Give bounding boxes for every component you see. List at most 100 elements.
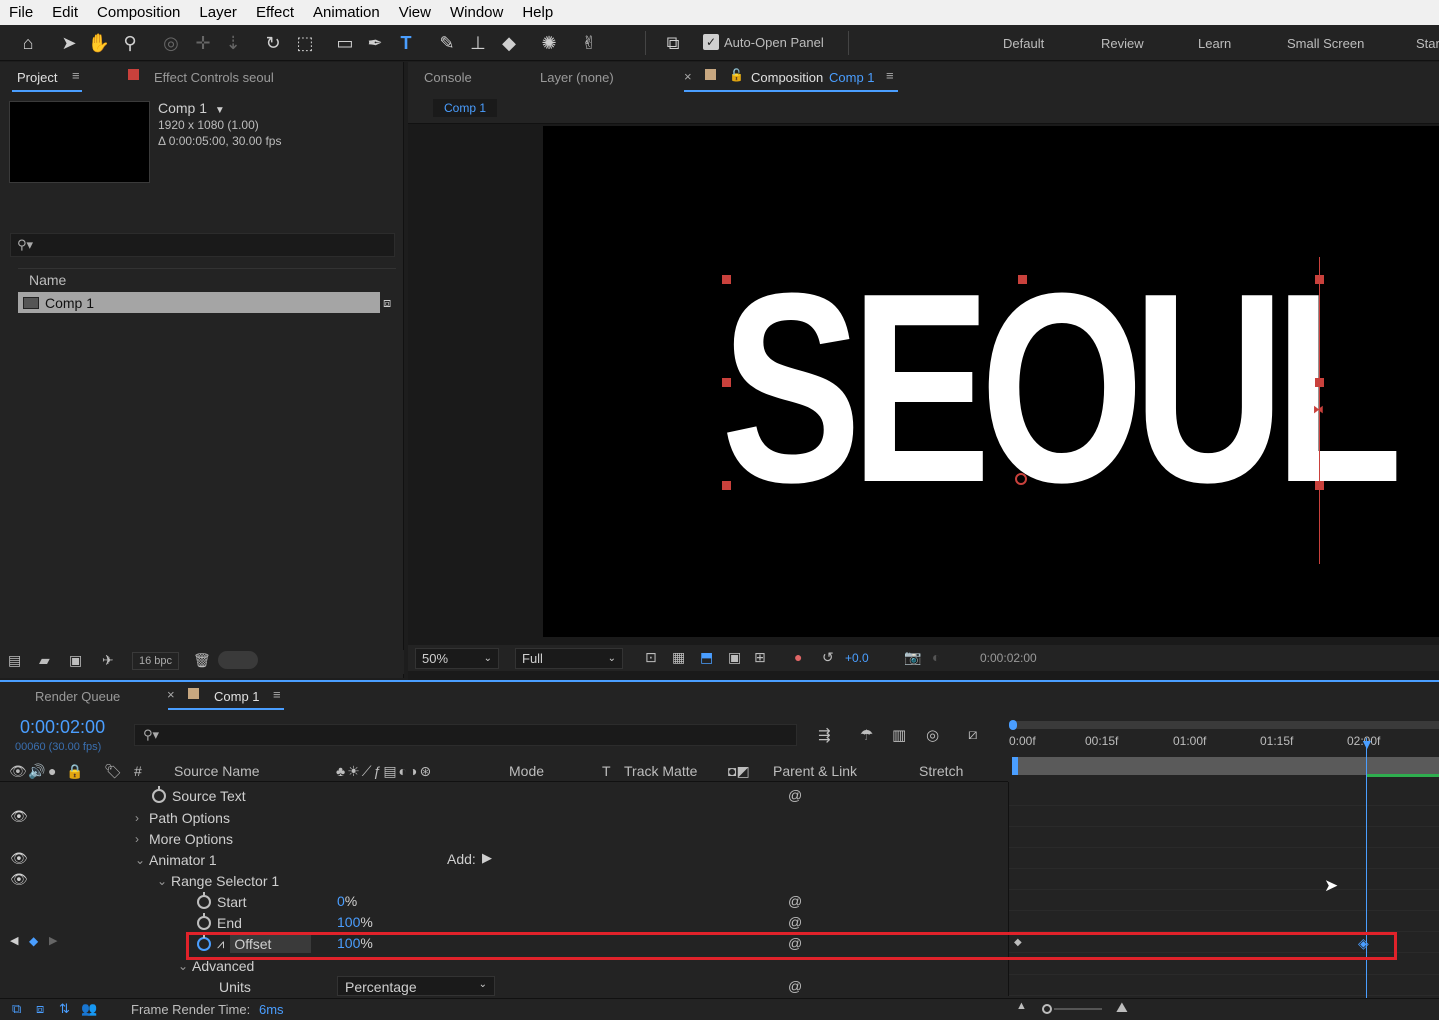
bit-depth-button[interactable]: 16 bpc <box>132 652 180 670</box>
tab-layer[interactable]: Layer (none) <box>540 70 614 85</box>
units-dropdown[interactable]: Percentage ⌄ <box>337 976 495 996</box>
show-snapshot-icon[interactable]: ◐ <box>932 649 940 665</box>
eye-icon[interactable]: 👁 <box>10 850 28 867</box>
property-range-selector[interactable]: 👁 ⌄ Range Selector 1 <box>0 870 1008 891</box>
viewer-subtab-comp[interactable]: Comp 1 <box>433 99 498 117</box>
transparency-grid-icon[interactable]: ▦ <box>672 649 685 666</box>
channel-icon[interactable]: ● <box>794 649 802 665</box>
bbox-handle[interactable] <box>1018 275 1027 284</box>
tab-comp[interactable]: Comp 1 <box>214 689 260 704</box>
snapping-icon[interactable]: ⧉ <box>660 30 686 56</box>
prev-keyframe-icon[interactable]: ◀ <box>10 934 18 947</box>
time-ruler[interactable]: 0:00f 00:15f 01:00f 01:15f 02:00f <box>1009 732 1439 754</box>
panel-menu-icon[interactable]: ≡ <box>886 68 894 83</box>
motion-blur-icon[interactable]: ◎ <box>926 726 939 744</box>
menu-layer[interactable]: Layer <box>190 4 247 21</box>
column-t[interactable]: T <box>602 763 611 779</box>
resolution-dropdown[interactable]: Full ⌄ <box>515 648 623 669</box>
layer-switches-icon[interactable]: ♣☀⟋ƒ▤◐◑⊛ <box>336 763 433 780</box>
column-track-matte[interactable]: Track Matte <box>624 763 697 779</box>
mask-visibility-icon[interactable]: ⬒ <box>700 649 713 666</box>
home-icon[interactable]: ⌂ <box>15 30 41 56</box>
tab-project[interactable]: Project <box>17 70 57 85</box>
rectangle-tool-icon[interactable]: ▭ <box>332 30 358 56</box>
column-source-name[interactable]: Source Name <box>174 763 260 779</box>
flowchart-icon[interactable]: ⧈ <box>383 295 391 311</box>
column-mode[interactable]: Mode <box>509 763 544 779</box>
column-name[interactable]: Name <box>29 272 66 288</box>
property-units[interactable]: Units Percentage ⌄ @ <box>0 976 1008 997</box>
render-icon[interactable]: ✈ <box>102 652 114 669</box>
stopwatch-icon[interactable] <box>197 891 211 909</box>
zoom-tool-icon[interactable]: ⚲ <box>117 30 143 56</box>
roto-brush-icon[interactable]: ✺ <box>536 30 562 56</box>
exposure-value[interactable]: +0.0 <box>845 651 869 665</box>
eye-icon[interactable]: 👁 <box>10 808 28 825</box>
zoom-dropdown[interactable]: 50% ⌄ <box>415 648 499 669</box>
menu-view[interactable]: View <box>390 4 441 21</box>
bbox-handle[interactable] <box>722 378 731 387</box>
zoom-out-icon[interactable]: ▲ <box>1016 1000 1027 1012</box>
menu-edit[interactable]: Edit <box>43 4 88 21</box>
panel-menu-icon[interactable]: ≡ <box>72 68 80 83</box>
menu-effect[interactable]: Effect <box>247 4 304 21</box>
frame-blending-icon[interactable]: ▥ <box>892 726 906 744</box>
menu-file[interactable]: File <box>0 4 43 21</box>
orbit-tool-icon[interactable]: ◎ <box>158 30 184 56</box>
new-folder-icon[interactable]: ▰ <box>39 652 50 669</box>
work-area-bar[interactable] <box>1009 718 1439 730</box>
comp-link[interactable]: Comp 1 <box>829 70 875 85</box>
column-stretch[interactable]: Stretch <box>919 763 963 779</box>
column-parent-link[interactable]: Parent & Link <box>773 763 857 779</box>
menu-help[interactable]: Help <box>513 4 563 21</box>
next-keyframe-icon[interactable]: ▶ <box>49 934 57 947</box>
property-end[interactable]: End 100% @ <box>0 912 1008 933</box>
start-value[interactable]: 0 <box>337 893 345 909</box>
property-more-options[interactable]: › More Options <box>0 828 1008 849</box>
viewer-timecode[interactable]: 0:00:02:00 <box>980 651 1037 665</box>
puppet-tool-icon[interactable]: ✌ <box>576 30 602 56</box>
pickwhip-icon[interactable]: @ <box>788 787 802 803</box>
chevron-down-icon[interactable]: ⌄ <box>157 874 171 888</box>
eye-icon[interactable]: 👁 <box>10 871 28 888</box>
chevron-down-icon[interactable]: ⌄ <box>178 959 192 973</box>
snapshot-icon[interactable]: 📷 <box>904 649 921 666</box>
anchor-point-icon[interactable] <box>1015 473 1027 485</box>
pan-tool-icon[interactable]: ✛ <box>190 30 216 56</box>
bbox-handle[interactable] <box>722 481 731 490</box>
comp-dropdown-icon[interactable]: ▼ <box>215 105 225 116</box>
label-icon[interactable]: 🏷 <box>104 763 122 780</box>
tab-composition[interactable]: Composition <box>751 70 823 85</box>
type-tool-icon[interactable]: T <box>393 30 419 56</box>
tab-render-queue[interactable]: Render Queue <box>35 689 120 704</box>
end-value[interactable]: 100 <box>337 914 360 930</box>
tab-console[interactable]: Console <box>424 70 472 85</box>
rotate-tool-icon[interactable]: ↻ <box>260 30 286 56</box>
pickwhip-icon[interactable]: @ <box>788 914 802 930</box>
in-out-toggle-icon[interactable]: ⇅ <box>59 1001 70 1017</box>
chevron-down-icon[interactable]: ⌄ <box>135 853 149 867</box>
thumbnail-slider[interactable] <box>218 651 258 669</box>
eraser-tool-icon[interactable]: ◆ <box>496 30 522 56</box>
audio-icon[interactable]: 🔊 <box>28 763 45 780</box>
layer-duration-bar[interactable] <box>1012 757 1439 777</box>
workspace-standard[interactable]: Star <box>1416 36 1439 51</box>
workspace-default[interactable]: Default <box>1003 36 1044 51</box>
panel-menu-icon[interactable]: ≡ <box>273 687 281 702</box>
auto-open-panel-checkbox[interactable]: ✓ Auto-Open Panel <box>703 34 824 50</box>
region-of-interest-icon[interactable]: ▣ <box>728 649 741 666</box>
transfer-controls-toggle-icon[interactable]: ⧈ <box>36 1001 44 1017</box>
grid-guides-icon[interactable]: ⊞ <box>754 649 766 666</box>
timeline-search-input[interactable]: ⚲▾ <box>134 724 797 746</box>
lock-icon[interactable]: 🔓 <box>729 68 744 82</box>
selection-tool-icon[interactable]: ➤ <box>56 30 82 56</box>
solo-icon[interactable]: ● <box>48 763 56 779</box>
pickwhip-icon[interactable]: @ <box>788 978 802 994</box>
bbox-handle[interactable] <box>722 275 731 284</box>
zoom-in-icon[interactable]: ⛰ <box>1116 999 1128 1016</box>
pen-tool-icon[interactable]: ✒ <box>362 30 388 56</box>
layer-switches-toggle-icon[interactable]: ⧉ <box>12 1001 21 1017</box>
workspace-review[interactable]: Review <box>1101 36 1144 51</box>
pickwhip-icon[interactable]: @ <box>788 893 802 909</box>
shy-icon[interactable]: ☂ <box>860 726 873 744</box>
